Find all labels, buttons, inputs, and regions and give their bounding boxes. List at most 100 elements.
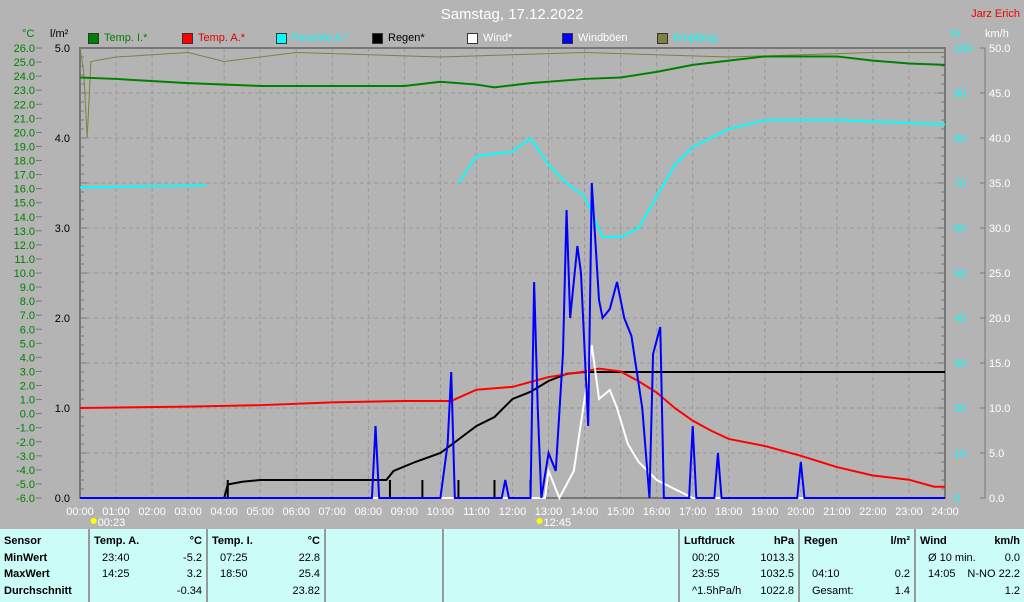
humidity-tick-label: 0: [954, 493, 960, 505]
temp-a-column: Temp. A. °C 23:40 -5.2 14:25 3.2 -0.34: [88, 529, 206, 602]
x-tick-label: 19:00: [751, 506, 779, 518]
wind-tick-label: 35.0: [989, 178, 1010, 190]
temp-tick-label: -6.0: [16, 493, 35, 505]
wind-tick-label: 0.0: [989, 493, 1004, 505]
wind-tick-label: 25.0: [989, 268, 1010, 280]
humidity-tick-label: 100: [954, 43, 972, 55]
humidity-tick-label: 50: [954, 268, 966, 280]
label-sensor: Sensor: [4, 535, 42, 547]
cell-value: 1032.5: [760, 568, 794, 580]
column-unit: l/m²: [890, 535, 910, 547]
table-row: 23:55 1032.5: [684, 568, 794, 585]
table-row: 04:10 0.2: [804, 568, 910, 585]
cell-time: 23:40: [102, 551, 130, 564]
temp-tick-label: 19.0: [14, 141, 35, 153]
cell-value: 1022.8: [760, 584, 794, 597]
column-unit: °C: [307, 535, 320, 547]
column-unit: km/h: [994, 535, 1020, 547]
cell-value: -0.34: [176, 584, 202, 597]
temp-tick-label: 2.0: [20, 381, 35, 393]
rain-tick-label: 2.0: [55, 313, 70, 325]
wind-column: Wind km/h Ø 10 min. 0.0 14:05 N-NO 22.2 1.2: [914, 529, 1024, 602]
temp-tick-label: 18.0: [14, 156, 35, 168]
cell-time: 07:25: [220, 551, 248, 564]
x-tick-label: 07:00: [319, 506, 347, 518]
weather-chart: °C l/m²% km/h 26.0 25.0 24.0 23.0 22.0 21.0 20.0 1…: [14, 28, 1011, 529]
x-tick-label: 21:00: [823, 506, 851, 518]
temp-tick-label: 11.0: [14, 254, 35, 266]
moonrise-icon: [90, 518, 97, 524]
temp-tick-label: 24.0: [14, 71, 35, 83]
temp-tick-label: 9.0: [20, 282, 35, 294]
humidity-tick-label: 10: [954, 448, 966, 460]
humidity-tick-label: 40: [954, 313, 966, 325]
pressure-column: Luftdruck hPa 00:20 1013.3 23:55 1032.5 ^1.5hP…: [678, 529, 798, 602]
temp-tick-label: -1.0: [16, 423, 35, 435]
temp-tick-label: 25.0: [14, 57, 35, 69]
cell-time: Ø 10 min.: [928, 551, 976, 564]
temp-tick-label: -2.0: [16, 437, 35, 449]
rain-tick-label: 0.0: [55, 493, 70, 505]
table-row: 18:50 25.4: [212, 568, 320, 585]
cell-time: 18:50: [220, 568, 248, 580]
cell-value: 22.8: [298, 551, 320, 564]
marker-label: 00:23: [98, 517, 126, 529]
x-tick-label: 02:00: [138, 506, 166, 518]
humidity-tick-label: 20: [954, 403, 966, 415]
x-tick-label: 24:00: [931, 506, 959, 518]
temp-tick-label: 16.0: [14, 184, 35, 196]
rain-column: Regen l/m² 04:10 0.2 Gesamt: 1.4: [798, 529, 914, 602]
cell-value: -5.2: [183, 551, 202, 564]
column-title: Temp. I.: [212, 535, 253, 547]
cell-time: Gesamt:: [812, 584, 854, 597]
temp-tick-label: -5.0: [16, 479, 35, 491]
x-tick-label: 22:00: [859, 506, 887, 518]
wind-tick-label: 5.0: [989, 448, 1004, 460]
column-header: Luftdruck hPa: [684, 535, 794, 552]
rain-tick-label: 4.0: [55, 133, 70, 145]
x-tick-label: 12:00: [499, 506, 527, 518]
x-tick-label: 17:00: [679, 506, 707, 518]
humidity-axis-unit: %: [950, 28, 960, 40]
temp-tick-label: 22.0: [14, 99, 35, 111]
rain-axis-unit: l/m²: [50, 28, 69, 40]
temp-tick-label: 12.0: [14, 240, 35, 252]
cell-time: ^1.5hPa/h: [692, 584, 742, 597]
temp-tick-label: 5.0: [20, 338, 35, 350]
temp-tick-label: 6.0: [20, 324, 35, 336]
cell-time: [212, 585, 220, 602]
labels-column: Sensor MinWert MaxWert Durchschnitt: [0, 529, 90, 602]
cell-value: 1013.3: [760, 551, 794, 564]
table-row: [804, 552, 910, 569]
table-row: Gesamt: 1.4: [804, 585, 910, 602]
temp-tick-label: 26.0: [14, 43, 35, 55]
x-tick-label: 09:00: [391, 506, 419, 518]
cell-time: [804, 552, 812, 569]
temp-tick-label: 21.0: [14, 113, 35, 125]
wind-axis-unit: km/h: [985, 28, 1009, 40]
x-tick-label: 00:00: [66, 506, 94, 518]
empty-column: [442, 529, 678, 602]
temp-tick-label: -3.0: [16, 451, 35, 463]
x-tick-label: 04:00: [210, 506, 238, 518]
rain-tick-label: 1.0: [55, 403, 70, 415]
table-row: -0.34: [94, 585, 202, 602]
x-tick-label: 20:00: [787, 506, 815, 518]
wind-tick-label: 45.0: [989, 88, 1010, 100]
temp-tick-label: 14.0: [14, 212, 35, 224]
table-row: 23.82: [212, 585, 320, 602]
table-row: 14:05 N-NO 22.2: [920, 568, 1020, 585]
wind-tick-label: 15.0: [989, 358, 1010, 370]
column-header: Regen l/m²: [804, 535, 910, 552]
temp-tick-label: 3.0: [20, 366, 35, 378]
temp-tick-label: 4.0: [20, 352, 35, 364]
moonset-icon: [536, 518, 543, 524]
wind-tick-label: 40.0: [989, 133, 1010, 145]
table-row: 00:20 1013.3: [684, 552, 794, 569]
column-title: Regen: [804, 535, 838, 547]
cell-time: 14:05: [928, 568, 956, 580]
column-title: Temp. A.: [94, 535, 140, 547]
humidity-tick-label: 80: [954, 133, 966, 145]
column-header: Wind km/h: [920, 535, 1020, 552]
cell-value: 23.82: [292, 584, 320, 597]
